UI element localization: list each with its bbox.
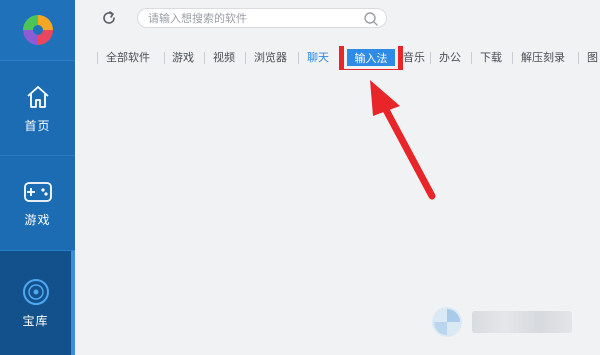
- tab-compress-burn[interactable]: 解压刻录: [521, 46, 565, 70]
- disc-icon: [22, 278, 49, 305]
- sidebar-item-label: 宝库: [22, 313, 49, 328]
- app-logo: [0, 0, 75, 60]
- tab-separator: [512, 52, 513, 64]
- gamepad-icon: [23, 181, 52, 202]
- highlight-box: 输入法: [339, 46, 403, 70]
- tab-more[interactable]: 图: [587, 46, 598, 70]
- tab-separator: [298, 52, 299, 64]
- tab-music[interactable]: 音乐: [403, 46, 425, 70]
- sidebar-item-library[interactable]: 宝库: [0, 250, 75, 355]
- search-box: [137, 8, 387, 28]
- watermark-text-blur: [472, 311, 572, 333]
- sidebar: 首页 游戏 宝库: [0, 0, 75, 355]
- tab-chat[interactable]: 聊天: [307, 46, 329, 70]
- watermark-logo-icon: [432, 307, 462, 337]
- tab-separator: [245, 52, 246, 64]
- tab-input-method[interactable]: 输入法: [347, 49, 395, 66]
- tab-all-software[interactable]: 全部软件: [106, 46, 150, 70]
- watermark: [430, 305, 572, 339]
- tab-separator: [204, 52, 205, 64]
- refresh-icon: [103, 11, 115, 24]
- sidebar-item-home[interactable]: 首页: [0, 60, 75, 155]
- tab-video[interactable]: 视频: [213, 46, 235, 70]
- tab-separator: [578, 52, 579, 64]
- tab-browser[interactable]: 浏览器: [254, 46, 287, 70]
- search-input[interactable]: [148, 9, 358, 27]
- tab-download[interactable]: 下载: [480, 46, 502, 70]
- tab-separator: [164, 52, 165, 64]
- main-panel: 全部软件 游戏 视频 浏览器 聊天 输入法 音乐 办公 下载 解压刻录 图: [75, 0, 600, 355]
- tab-office[interactable]: 办公: [439, 46, 461, 70]
- sidebar-item-games[interactable]: 游戏: [0, 155, 75, 250]
- sidebar-item-label: 游戏: [24, 212, 51, 227]
- refresh-button[interactable]: [99, 8, 119, 28]
- search-icon[interactable]: [363, 11, 379, 27]
- home-icon: [26, 85, 49, 108]
- sidebar-item-label: 首页: [24, 118, 51, 133]
- tab-separator: [430, 52, 431, 64]
- logo-icon: [22, 15, 53, 45]
- tab-games[interactable]: 游戏: [172, 46, 194, 70]
- tab-separator: [97, 52, 98, 64]
- tab-separator: [471, 52, 472, 64]
- category-tabs: 全部软件 游戏 视频 浏览器 聊天 输入法 音乐 办公 下载 解压刻录 图: [97, 46, 600, 70]
